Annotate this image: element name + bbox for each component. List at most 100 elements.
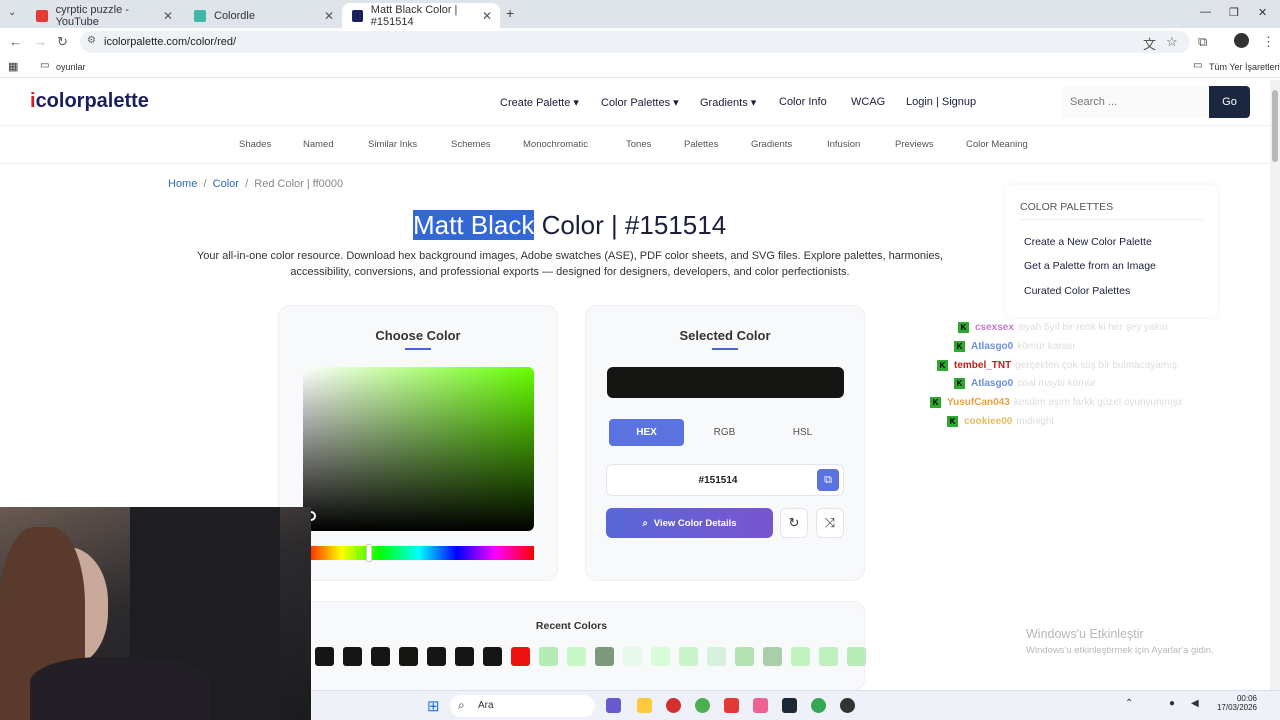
side-link-curated-palettes[interactable]: Curated Color Palettes [1024,285,1130,297]
nav-login-signup[interactable]: Login | Signup [906,96,976,108]
recent-color-swatch[interactable] [427,647,446,666]
side-link-palette-from-image[interactable]: Get a Palette from an Image [1024,260,1156,272]
recent-color-swatch[interactable] [567,647,586,666]
menu-icon[interactable]: ⋮ [1262,34,1275,50]
back-icon[interactable]: ← [9,34,22,49]
recent-color-swatch[interactable] [791,647,810,666]
scrollbar-thumb[interactable] [1272,90,1278,162]
recent-color-swatch[interactable] [623,647,642,666]
tray-chevron-icon[interactable]: ⌃ [1125,698,1133,709]
breadcrumb-color[interactable]: Color [213,178,239,190]
file-explorer-icon[interactable] [637,698,652,713]
recent-color-swatch[interactable] [399,647,418,666]
steam-icon[interactable] [782,698,797,713]
format-tab-rgb[interactable]: RGB [687,419,762,446]
kick-badge-icon: K [958,322,969,333]
subnav-similar-inks[interactable]: Similar Inks [368,139,417,150]
shuffle-icon[interactable]: ⤨ [816,508,844,538]
subnav-tones[interactable]: Tones [626,139,651,150]
page-scrollbar[interactable] [1270,80,1280,690]
subnav-infusion[interactable]: Infusion [827,139,860,150]
tab-matt-black[interactable]: Matt Black Color | #151514 ✕ [342,3,500,28]
chrome-icon[interactable] [695,698,710,713]
chrome-active-icon[interactable] [811,698,826,713]
recent-color-swatch[interactable] [315,647,334,666]
apps-grid-icon[interactable]: ▦ [8,60,18,73]
tab-list-chevron-icon[interactable]: ⌄ [8,7,16,18]
extensions-icon[interactable]: ⧉ [1198,34,1207,50]
subnav-previews[interactable]: Previews [895,139,934,150]
subnav-schemes[interactable]: Schemes [451,139,491,150]
recent-color-swatch[interactable] [483,647,502,666]
recent-color-swatch[interactable] [651,647,670,666]
go-button[interactable]: Go [1209,86,1250,118]
hex-value-field[interactable]: #151514 [606,464,844,496]
site-info-icon[interactable]: ⚙ [87,35,96,46]
search-input[interactable] [1062,86,1208,118]
subnav-monochromatic[interactable]: Monochromatic [523,139,588,150]
microphone-icon[interactable]: ● [1169,698,1175,709]
tab-colordle[interactable]: Colordle ✕ [184,3,342,28]
new-tab-icon[interactable]: + [506,5,514,21]
bookmarks-bar: ▦ ▭ oyunlar ▭ Tüm Yer İşaretleri [0,56,1280,78]
recent-color-swatch[interactable] [847,647,866,666]
site-logo[interactable]: icolorpalette [30,90,149,113]
tab-close-icon[interactable]: ✕ [324,9,334,23]
nav-wcag[interactable]: WCAG [851,96,885,108]
recent-color-swatch[interactable] [707,647,726,666]
format-tab-hex[interactable]: HEX [609,419,684,446]
minimize-icon[interactable]: — [1200,6,1211,18]
hue-slider-handle[interactable] [366,544,372,562]
subnav-gradients[interactable]: Gradients [751,139,792,150]
app-icon[interactable] [666,698,681,713]
copy-icon[interactable]: ⧉ [817,469,839,491]
breadcrumb-home[interactable]: Home [168,178,197,190]
recent-color-swatch[interactable] [595,647,614,666]
nav-color-palettes[interactable]: Color Palettes ▾ [601,96,679,109]
recent-color-swatch[interactable] [511,647,530,666]
recent-color-swatch[interactable] [455,647,474,666]
subnav-shades[interactable]: Shades [239,139,271,150]
tab-close-icon[interactable]: ✕ [163,9,173,23]
obs-icon[interactable] [840,698,855,713]
bookmark-folder-oyunlar[interactable]: oyunlar [56,62,86,72]
clock[interactable]: 00:06 17/03/2026 [1217,694,1257,712]
recent-color-swatch[interactable] [819,647,838,666]
tab-close-icon[interactable]: ✕ [482,9,492,23]
windows-start-icon[interactable]: ⊞ [427,697,440,715]
profile-avatar[interactable] [1234,33,1249,48]
bookmark-star-icon[interactable]: ☆ [1166,34,1178,50]
format-tab-hsl[interactable]: HSL [765,419,840,446]
translate-icon[interactable]: 文 [1143,34,1156,53]
recent-color-swatch[interactable] [679,647,698,666]
subnav-palettes[interactable]: Palettes [684,139,718,150]
nav-gradients[interactable]: Gradients ▾ [700,96,756,109]
recent-color-swatch[interactable] [343,647,362,666]
forward-icon[interactable]: → [34,34,47,49]
view-color-details-button[interactable]: ⌕ View Color Details [606,508,773,538]
taskbar-search[interactable]: ⌕ Ara [450,695,595,717]
nav-color-info[interactable]: Color Info [779,96,827,108]
hue-slider[interactable] [303,546,534,560]
recent-color-swatch[interactable] [763,647,782,666]
app-icon[interactable] [724,698,739,713]
subnav-named[interactable]: Named [303,139,334,150]
music-icon[interactable] [753,698,768,713]
close-window-icon[interactable]: ✕ [1258,6,1267,19]
all-bookmarks[interactable]: Tüm Yer İşaretleri [1209,62,1280,72]
task-view-icon[interactable] [606,698,621,713]
recent-color-swatch[interactable] [539,647,558,666]
recent-color-swatch[interactable] [735,647,754,666]
url-field[interactable]: ⚙ icolorpalette.com/color/red/ [80,31,1190,53]
reload-icon[interactable]: ↻ [57,34,68,50]
nav-create-palette[interactable]: Create Palette ▾ [500,96,579,109]
restore-icon[interactable]: ❐ [1229,6,1239,19]
chevron-down-icon: ▾ [750,97,757,109]
refresh-icon[interactable]: ↻ [780,508,808,538]
speaker-icon[interactable]: ◀ [1191,698,1199,709]
subnav-color-meaning[interactable]: Color Meaning [966,139,1028,150]
side-link-create-palette[interactable]: Create a New Color Palette [1024,236,1152,248]
recent-color-swatch[interactable] [371,647,390,666]
saturation-value-picker[interactable] [303,367,534,531]
tab-youtube[interactable]: cyrptic puzzle - YouTube ✕ [26,3,181,28]
